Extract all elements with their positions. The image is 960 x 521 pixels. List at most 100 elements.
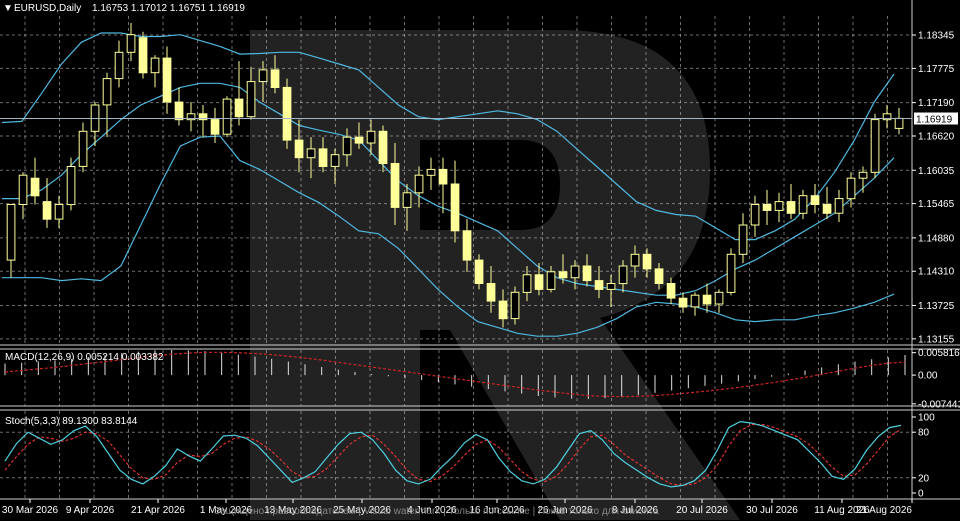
price-tick-label: 1.13155	[918, 334, 955, 345]
stoch-tick-label: 100	[918, 413, 935, 424]
candle-body	[666, 283, 676, 299]
candle-body	[258, 69, 268, 83]
time-tick-label: 21 Aug 2026	[856, 505, 913, 516]
time-tick-label: 20 Jul 2026	[676, 505, 728, 516]
macd-tick-label: 0.00	[918, 371, 938, 382]
macd-tick-label: -0.007441	[918, 399, 960, 410]
candle-body	[150, 57, 160, 74]
candle-body	[330, 154, 340, 167]
candle-body	[102, 78, 112, 106]
candle-body	[870, 119, 880, 173]
candle-body	[570, 265, 580, 279]
candle-body	[366, 130, 376, 144]
symbol-dropdown-icon[interactable]: ▼	[3, 3, 13, 14]
candle-body	[810, 195, 820, 205]
candle-body	[450, 183, 460, 232]
macd-tick-label: 0.005816	[918, 348, 960, 359]
candle-body	[222, 98, 232, 135]
candle-body	[798, 195, 808, 214]
candle-body	[762, 204, 772, 211]
candle-body	[498, 300, 508, 320]
candle-body	[822, 204, 832, 214]
candle-body	[282, 86, 292, 141]
price-tick-label: 1.14880	[918, 233, 955, 244]
price-tick-label: 1.14310	[918, 267, 955, 278]
candle-body	[858, 171, 868, 179]
candle-body	[738, 224, 748, 255]
time-tick-label: 9 Apr 2026	[66, 505, 115, 516]
candle-body	[246, 81, 256, 118]
price-tick-label: 1.17775	[918, 64, 955, 75]
candle-body	[582, 265, 592, 282]
candle-body	[6, 204, 16, 261]
candle-body	[546, 271, 556, 290]
candle-body	[534, 274, 544, 290]
candle-body	[114, 51, 124, 80]
candle-body	[42, 201, 52, 220]
candle-body	[474, 259, 484, 285]
time-tick-label: 30 Jul 2026	[746, 505, 798, 516]
candle-body	[54, 204, 64, 220]
price-tick-label: 1.13725	[918, 301, 955, 312]
candle-body	[750, 204, 760, 226]
candle-body	[774, 201, 784, 211]
stoch-label: Stoch(5,3,3) 89.1300 83.8144	[5, 416, 138, 427]
price-tick-label: 1.15465	[918, 199, 955, 210]
time-tick-label: 30 Mar 2026	[2, 505, 59, 516]
candle-body	[894, 117, 904, 129]
candle-body	[78, 130, 88, 167]
candle-body	[306, 148, 316, 159]
candle-body	[342, 136, 352, 156]
candle-body	[234, 98, 244, 118]
candle-body	[594, 280, 604, 290]
candle-body	[606, 283, 616, 290]
stoch-tick-label: 80	[918, 428, 930, 439]
price-tick-label: 1.17190	[918, 98, 955, 109]
candle-body	[378, 130, 388, 165]
candle-body	[30, 177, 40, 197]
candle-body	[126, 34, 136, 53]
candle-body	[390, 163, 400, 208]
candle-body	[354, 136, 364, 144]
candle-body	[618, 265, 628, 285]
candle-body	[846, 177, 856, 200]
candle-body	[402, 192, 412, 208]
current-price-tag-text: 1.16919	[916, 115, 953, 126]
candle-body	[486, 283, 496, 302]
candle-body	[414, 174, 424, 194]
candle-body	[690, 294, 700, 308]
candle-body	[294, 139, 304, 159]
candle-body	[162, 57, 172, 103]
candle-body	[834, 198, 844, 214]
candle-body	[426, 168, 436, 176]
ohlc-label: 1.16753 1.17012 1.16751 1.16919	[92, 3, 245, 14]
candle-body	[630, 253, 640, 267]
price-tick-label: 1.16620	[918, 132, 955, 143]
stoch-tick-label: 20	[918, 473, 930, 484]
candle-body	[786, 201, 796, 214]
symbol-label: EURUSD,Daily	[14, 3, 81, 14]
stoch-tick-label: 0	[918, 489, 924, 500]
candle-body	[18, 174, 28, 205]
candle-body	[138, 37, 148, 74]
candle-body	[174, 101, 184, 121]
candle-body	[558, 271, 568, 279]
candle-body	[66, 166, 76, 206]
macd-label: MACD(12,26,9) 0.005214 0.003382	[5, 352, 164, 363]
candle-body	[714, 291, 724, 305]
price-tick-label: 1.18345	[918, 31, 955, 42]
candle-body	[654, 268, 664, 284]
candle-body	[510, 291, 520, 320]
time-tick-label: 21 Apr 2026	[131, 505, 185, 516]
chart-window[interactable]: 1.18345 1.17775 1.17190 1.16620 1.16035 1.154…	[0, 0, 960, 521]
candle-body	[702, 294, 712, 305]
candle-body	[678, 297, 688, 308]
candle-body	[462, 230, 472, 261]
candle-body	[726, 253, 736, 293]
watermark-text: Защищено правообладателем | Visual water…	[214, 505, 659, 517]
candle-body	[522, 274, 532, 293]
candle-body	[438, 168, 448, 185]
candle-body	[642, 253, 652, 270]
candle-body	[210, 119, 220, 135]
price-tick-label: 1.16035	[918, 166, 955, 177]
